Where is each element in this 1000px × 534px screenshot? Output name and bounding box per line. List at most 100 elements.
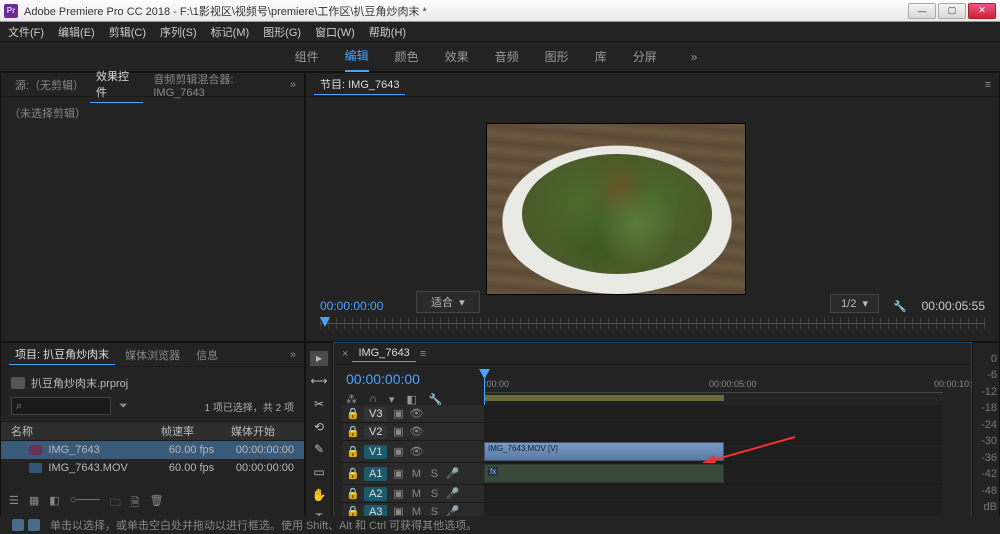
status-icon — [12, 519, 24, 531]
track-a2[interactable]: 🔒A2▣MS🎤 — [342, 485, 943, 503]
tools-panel: ▸ ⟷ ✂ ⟲ ✎ ▭ ✋ T — [305, 342, 333, 534]
lock-icon[interactable]: 🔒 — [346, 407, 360, 420]
status-icons — [12, 519, 40, 531]
lock-icon[interactable]: 🔒 — [346, 487, 360, 500]
meter-scale: 0-6-12 -18-24-30 -36-42-48 dB — [975, 353, 997, 513]
program-panel-menu-icon[interactable]: ≡ — [985, 79, 991, 91]
panel-menu-icon[interactable]: » — [290, 79, 296, 91]
project-list-header: 名称 帧速率 媒体开始 — [1, 421, 304, 441]
menu-graphics[interactable]: 图形(G) — [263, 24, 301, 40]
track-select-tool[interactable]: ⟷ — [310, 374, 328, 389]
hand-tool[interactable]: ✋ — [310, 488, 328, 503]
project-item-sequence[interactable]: IMG_7643 60.00 fps 00:00:00:00 — [1, 441, 304, 459]
slip-tool[interactable]: ✎ — [310, 442, 328, 457]
solo-button[interactable]: S — [427, 488, 441, 500]
ws-assembly[interactable]: 组件 — [295, 42, 319, 71]
program-resolution-dropdown[interactable]: 1/2 ▾ — [830, 294, 879, 313]
timeline-clip-audio[interactable]: fx — [484, 464, 724, 483]
window-titlebar: Pr Adobe Premiere Pro CC 2018 - F:\1影视区\… — [0, 0, 1000, 22]
ws-split[interactable]: 分屏 — [633, 42, 657, 71]
timeline-ruler[interactable]: :00:00 00:00:05:00 00:00:10:00 — [484, 371, 943, 401]
track-a1[interactable]: 🔒A1▣MS🎤 fx — [342, 463, 943, 485]
program-fit-dropdown[interactable]: 适合 ▾ — [416, 291, 480, 313]
ws-color[interactable]: 颜色 — [395, 42, 419, 71]
menu-window[interactable]: 窗口(W) — [315, 24, 355, 40]
zoom-slider[interactable]: ○─── — [70, 494, 100, 513]
mute-button[interactable]: M — [409, 468, 423, 480]
toggle-output-icon[interactable]: ▣ — [391, 467, 405, 480]
lock-icon[interactable]: 🔒 — [346, 467, 360, 480]
new-item-icon[interactable]: 🗎 — [131, 494, 140, 513]
program-timecode[interactable]: 00:00:00:00 — [320, 299, 383, 313]
ws-graphics[interactable]: 图形 — [545, 42, 569, 71]
voiceover-icon[interactable]: 🎤 — [445, 467, 459, 480]
project-filter-icon[interactable]: ⏷ — [119, 400, 128, 413]
view-list-icon[interactable]: ☰ — [9, 494, 19, 513]
eye-icon[interactable]: 👁 — [409, 445, 423, 458]
menu-file[interactable]: 文件(F) — [8, 24, 44, 40]
razor-tool[interactable]: ⟲ — [310, 419, 328, 434]
track-v3[interactable]: 🔒V3▣👁 — [342, 405, 943, 423]
ws-editing[interactable]: 编辑 — [345, 41, 369, 72]
ws-overflow[interactable]: » — [683, 50, 706, 64]
menu-edit[interactable]: 编辑(E) — [58, 24, 95, 40]
eye-icon[interactable]: 👁 — [409, 407, 423, 420]
solo-button[interactable]: S — [427, 468, 441, 480]
lock-icon[interactable]: 🔒 — [346, 425, 360, 438]
tab-effect-controls[interactable]: 效果控件 — [90, 66, 143, 103]
col-header-name[interactable]: 名称 — [11, 423, 161, 439]
tab-source[interactable]: 源:（无剪辑） — [9, 75, 86, 95]
project-panel-overflow-icon[interactable]: » — [290, 349, 296, 361]
timeline-tab[interactable]: IMG_7643 — [352, 345, 415, 362]
project-selection-label: 1 项已选择，共 2 项 — [205, 399, 294, 414]
new-bin-icon[interactable]: 🗀 — [110, 494, 121, 513]
timeline-clip-video[interactable]: IMG_7643.MOV [V] — [484, 442, 724, 461]
status-text: 单击以选择，或单击空白处并拖动以进行框选。使用 Shift、Alt 和 Ctrl… — [50, 517, 477, 533]
program-scrub-bar[interactable] — [320, 317, 985, 329]
track-v2[interactable]: 🔒V2▣👁 — [342, 423, 943, 441]
project-search-input[interactable]: ⌕ — [11, 397, 111, 415]
track-v1[interactable]: 🔒V1▣👁 IMG_7643.MOV [V] — [342, 441, 943, 463]
eye-icon[interactable]: 👁 — [409, 425, 423, 438]
view-freeform-icon[interactable]: ◧ — [49, 494, 59, 513]
tab-audio-mixer[interactable]: 音频剪辑混合器: IMG_7643 — [147, 69, 286, 101]
menu-clip[interactable]: 剪辑(C) — [109, 24, 146, 40]
view-icon-icon[interactable]: ▦ — [29, 494, 39, 513]
project-item-clip[interactable]: IMG_7643.MOV 60.00 fps 00:00:00:00 — [1, 459, 304, 477]
voiceover-icon[interactable]: 🎤 — [445, 487, 459, 500]
tab-program[interactable]: 节目: IMG_7643 — [314, 74, 405, 95]
pen-tool[interactable]: ▭ — [310, 465, 328, 480]
maximize-button[interactable]: ▢ — [938, 3, 966, 19]
project-panel: 项目: 扒豆角炒肉末 媒体浏览器 信息 » 扒豆角炒肉末.prproj ⌕ ⏷ … — [0, 342, 305, 534]
mute-button[interactable]: M — [409, 488, 423, 500]
project-bin-icon — [11, 377, 25, 389]
toggle-output-icon[interactable]: ▣ — [391, 487, 405, 500]
col-header-start[interactable]: 媒体开始 — [231, 423, 294, 439]
col-header-fps[interactable]: 帧速率 — [161, 423, 231, 439]
ws-effects[interactable]: 效果 — [445, 42, 469, 71]
timeline-work-area[interactable] — [484, 395, 724, 401]
tab-info[interactable]: 信息 — [190, 345, 224, 365]
delete-icon[interactable]: 🗑 — [150, 494, 164, 513]
tab-project[interactable]: 项目: 扒豆角炒肉末 — [9, 344, 115, 365]
close-button[interactable]: ✕ — [968, 3, 996, 19]
clip-icon — [29, 463, 42, 473]
tab-media-browser[interactable]: 媒体浏览器 — [119, 345, 186, 365]
ws-libraries[interactable]: 库 — [595, 42, 607, 71]
program-settings-icon[interactable]: 🔧 — [893, 300, 907, 313]
toggle-output-icon[interactable]: ▣ — [391, 425, 405, 438]
minimize-button[interactable]: — — [908, 3, 936, 19]
menu-sequence[interactable]: 序列(S) — [160, 24, 197, 40]
ws-audio[interactable]: 音频 — [495, 42, 519, 71]
status-bar: 单击以选择，或单击空白处并拖动以进行框选。使用 Shift、Alt 和 Ctrl… — [0, 516, 1000, 534]
lock-icon[interactable]: 🔒 — [346, 445, 360, 458]
ripple-tool[interactable]: ✂ — [310, 397, 328, 412]
program-duration: 00:00:05:55 — [922, 299, 985, 313]
menu-marker[interactable]: 标记(M) — [211, 24, 250, 40]
program-video-display[interactable] — [486, 123, 746, 295]
audio-meters-panel: 0-6-12 -18-24-30 -36-42-48 dB — [972, 342, 1000, 534]
timeline-timecode[interactable]: 00:00:00:00 — [346, 371, 420, 387]
toggle-output-icon[interactable]: ▣ — [391, 445, 405, 458]
toggle-output-icon[interactable]: ▣ — [391, 407, 405, 420]
menu-help[interactable]: 帮助(H) — [369, 24, 406, 40]
